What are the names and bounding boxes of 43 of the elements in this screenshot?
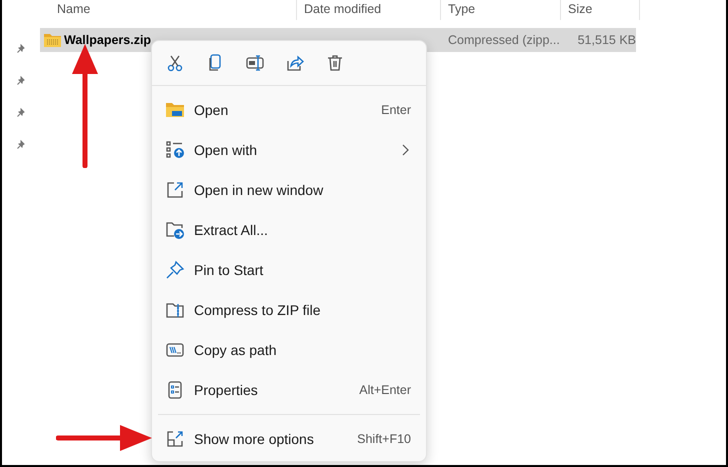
pin-icon[interactable] (16, 76, 26, 86)
menu-item[interactable]: Open with (152, 130, 426, 170)
shortcut-text: Alt+Enter (359, 383, 411, 397)
column-header[interactable]: Name (40, 0, 297, 20)
trash-icon[interactable] (325, 53, 345, 73)
pin-icon (165, 260, 185, 280)
external-link-icon (165, 180, 185, 200)
menu-label: Open in new window (194, 182, 324, 198)
menu-label: Extract All... (194, 222, 269, 238)
expand-icon (165, 429, 185, 449)
column-header[interactable]: Date modified (297, 0, 441, 20)
menu-label: Copy as path (194, 342, 278, 358)
menu-item[interactable]: Copy as path (152, 330, 426, 370)
table-cell-text: Compressed (zipp... (447, 33, 561, 47)
menu-label: Properties (194, 382, 259, 398)
folder-icon (165, 100, 185, 120)
menu-item[interactable]: Pin to Start (152, 250, 426, 290)
zip-folder-icon (44, 33, 61, 47)
file-name: Wallpapers.zip (64, 33, 152, 47)
apps-icon (165, 140, 185, 160)
menu-label: Open with (194, 142, 258, 158)
folder-arrow-icon (165, 220, 185, 240)
menu-label: Open (194, 102, 230, 118)
menu-item[interactable]: Show more options Shift+F10 (152, 419, 426, 459)
pin-icon[interactable] (16, 140, 26, 150)
menu-label: Compress to ZIP file (194, 302, 322, 318)
share-icon[interactable] (285, 53, 305, 73)
shortcut-text: Shift+F10 (357, 432, 411, 446)
pin-icon[interactable] (16, 108, 26, 118)
column-header[interactable]: Type (441, 0, 561, 20)
shortcut-text: Enter (381, 103, 411, 117)
menu-label: Pin to Start (194, 262, 264, 278)
pin-icon[interactable] (16, 44, 26, 54)
menu-label: Show more options (194, 431, 315, 447)
menu-item[interactable]: Open Enter (152, 90, 426, 130)
menu-item[interactable]: Extract All... (152, 210, 426, 250)
menu-item[interactable]: Open in new window (152, 170, 426, 210)
table-cell-text: 51,515 KB (576, 33, 636, 47)
menu-item[interactable]: Compress to ZIP file (152, 290, 426, 330)
column-header[interactable]: Size (561, 0, 640, 20)
rename-icon[interactable] (245, 53, 265, 73)
scissors-icon[interactable] (165, 53, 185, 73)
menu-item[interactable]: Properties Alt+Enter (152, 370, 426, 410)
